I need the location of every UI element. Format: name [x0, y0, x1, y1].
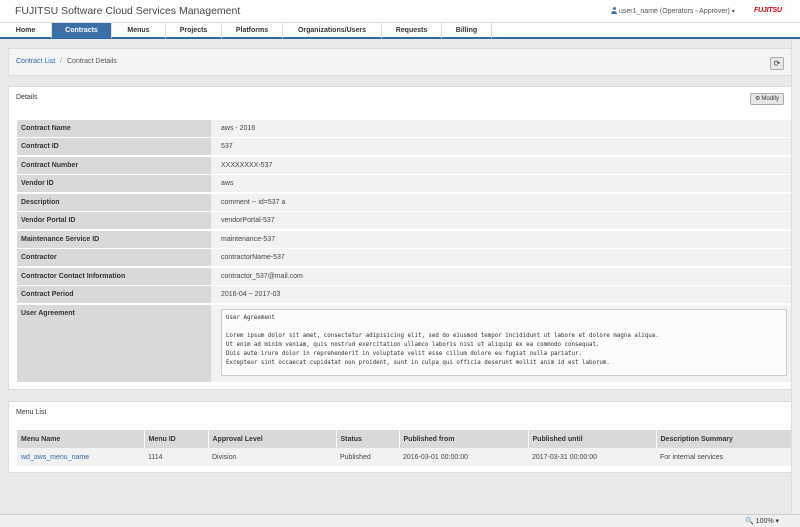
table-cell: Division	[208, 448, 336, 466]
breadcrumb-separator: /	[60, 58, 62, 65]
column-header: Description Summary	[656, 430, 793, 448]
detail-value: aws - 2016	[211, 120, 792, 137]
detail-label: Vendor ID	[17, 175, 211, 192]
modify-button[interactable]: ⚙Modify	[750, 93, 784, 105]
detail-value: maintenance-537	[211, 231, 792, 248]
detail-label: Contract ID	[17, 138, 211, 155]
detail-value: comment -- id=537 a	[211, 194, 792, 211]
menu-name-link[interactable]: wd_aws_menu_name	[21, 454, 89, 461]
breadcrumb-contract-list-link[interactable]: Contract List	[16, 58, 55, 65]
tab-menus[interactable]: Menus	[112, 23, 166, 38]
main-nav: Home Contracts Menus Projects Platforms …	[0, 22, 800, 39]
user-menu[interactable]: user1_name (Operators - Approver) ▾	[611, 7, 735, 15]
zoom-icon: 🔍	[745, 518, 754, 525]
fujitsu-logo: FUJITSU	[754, 7, 782, 14]
breadcrumb: Contract List / Contract Details ⟳	[8, 48, 792, 76]
detail-row-contract-id: Contract ID 537	[17, 138, 792, 156]
column-header: Menu Name	[17, 430, 145, 448]
tab-organizations-users[interactable]: Organizations/Users	[283, 23, 382, 38]
detail-row-contract-name: Contract Name aws - 2016	[17, 120, 792, 138]
menu-list-panel: Menu List Menu Name Menu ID Approval Lev…	[8, 401, 793, 473]
detail-value: vendorPortal-537	[211, 212, 792, 229]
detail-row-vendor-portal-id: Vendor Portal ID vendorPortal-537	[17, 212, 792, 230]
detail-row-contract-period: Contract Period 2016-04 ~ 2017-03	[17, 286, 792, 304]
table-header-row: Menu Name Menu ID Approval Level Status …	[17, 430, 793, 448]
detail-label: Contractor	[17, 249, 211, 266]
table-cell: For internal services	[656, 448, 792, 466]
tab-requests[interactable]: Requests	[382, 23, 442, 38]
detail-value: contractorName-537	[211, 249, 792, 266]
top-header: FUJITSU Software Cloud Services Manageme…	[0, 0, 800, 22]
detail-row-vendor-id: Vendor ID aws	[17, 175, 792, 193]
table-cell: 2016-03-01 00:00:00	[399, 448, 528, 466]
column-header: Published until	[528, 430, 657, 448]
column-header: Menu ID	[144, 430, 209, 448]
modify-label: Modify	[761, 96, 780, 102]
detail-label: User Agreement	[17, 305, 211, 382]
refresh-button[interactable]: ⟳	[770, 57, 784, 70]
detail-row-contract-number: Contract Number XXXXXXXX-537	[17, 157, 792, 175]
caret-down-icon: ▾	[775, 518, 780, 525]
detail-label: Vendor Portal ID	[17, 212, 211, 229]
zoom-level: 100%	[755, 518, 774, 525]
detail-value: 537	[211, 138, 792, 155]
column-header: Approval Level	[208, 430, 337, 448]
user-label: user1_name (Operators - Approver)	[619, 8, 730, 15]
column-header: Status	[336, 430, 400, 448]
table-row: wd_aws_menu_name 1114 Division Published…	[17, 448, 792, 466]
detail-value: contractor_537@mail.com	[211, 268, 792, 285]
breadcrumb-current: Contract Details	[67, 58, 117, 65]
menu-list-table: Menu Name Menu ID Approval Level Status …	[17, 430, 793, 466]
tab-home[interactable]: Home	[0, 23, 52, 38]
app-title: FUJITSU Software Cloud Services Manageme…	[15, 5, 241, 17]
detail-value: 2016-04 ~ 2017-03	[211, 286, 792, 303]
caret-down-icon: ▾	[731, 9, 735, 15]
detail-row-maintenance-service-id: Maintenance Service ID maintenance-537	[17, 231, 792, 249]
gear-icon: ⚙	[754, 96, 761, 102]
tab-projects[interactable]: Projects	[166, 23, 222, 38]
tab-contracts[interactable]: Contracts	[52, 23, 112, 38]
details-panel-title: Details	[16, 94, 38, 101]
detail-label: Contractor Contact Information	[17, 268, 211, 285]
tab-billing[interactable]: Billing	[442, 23, 492, 38]
menu-list-title: Menu List	[16, 409, 47, 416]
detail-label: Maintenance Service ID	[17, 231, 211, 248]
table-cell: Published	[336, 448, 399, 466]
detail-label: Contract Number	[17, 157, 211, 174]
detail-row-contractor-contact: Contractor Contact Information contracto…	[17, 268, 792, 286]
detail-row-user-agreement: User Agreement User Agreement Lorem ipsu…	[17, 305, 792, 383]
detail-value: aws	[211, 175, 792, 192]
detail-row-description: Description comment -- id=537 a	[17, 194, 792, 212]
table-cell: 1114	[144, 448, 208, 466]
detail-label: Contract Period	[17, 286, 211, 303]
vertical-scrollbar[interactable]	[791, 40, 800, 514]
detail-value: XXXXXXXX-537	[211, 157, 792, 174]
tab-platforms[interactable]: Platforms	[222, 23, 283, 38]
user-icon	[611, 7, 617, 14]
details-panel: Details ⚙Modify Contract Name aws - 2016…	[8, 86, 792, 390]
status-bar: 🔍 100% ▾	[0, 514, 800, 527]
column-header: Published from	[399, 430, 529, 448]
table-cell: 2017-03-31 00:00:00	[528, 448, 656, 466]
refresh-icon: ⟳	[773, 59, 781, 68]
detail-label: Contract Name	[17, 120, 211, 137]
table-cell: wd_aws_menu_name	[17, 448, 144, 466]
detail-row-contractor: Contractor contractorName-537	[17, 249, 792, 267]
detail-label: Description	[17, 194, 211, 211]
zoom-control[interactable]: 🔍 100% ▾	[745, 517, 779, 525]
user-agreement-text[interactable]: User Agreement Lorem ipsum dolor sit ame…	[221, 309, 787, 376]
